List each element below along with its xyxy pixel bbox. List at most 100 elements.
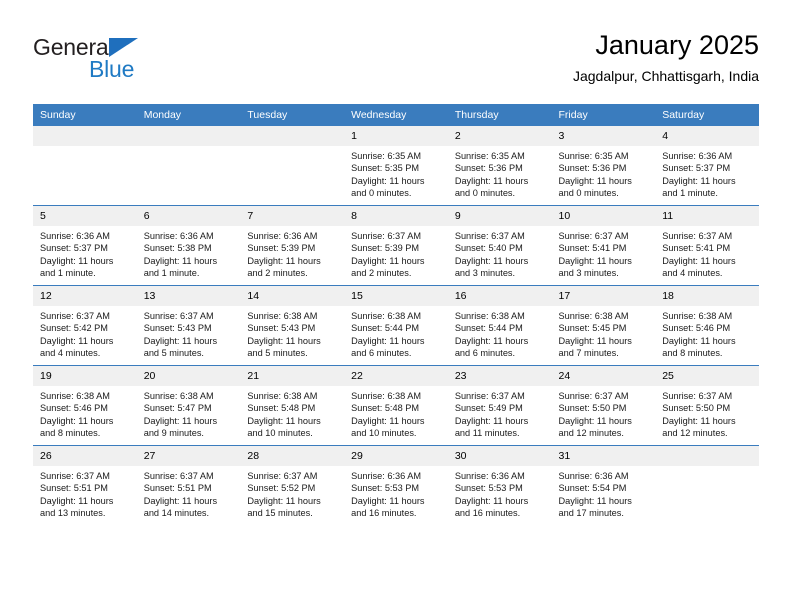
sunrise-text: Sunrise: 6:38 AM	[143, 391, 214, 401]
daylight-text-line2: and 11 minutes.	[454, 428, 520, 439]
sunset-text: Sunset: 5:49 PM	[454, 403, 523, 414]
sunrise-text: Sunrise: 6:36 AM	[454, 471, 525, 481]
sunset-text: Sunset: 5:41 PM	[558, 243, 627, 254]
day-cell[interactable]: 22 Sunrise: 6:38 AM Sunset: 5:48 PM Dayligh…	[344, 365, 448, 446]
day-cell[interactable]: 25 Sunrise: 6:37 AM Sunset: 5:50 PM Dayligh…	[655, 365, 759, 446]
day-cell[interactable]: 1 Sunrise: 6:35 AM Sunset: 5:35 PM Daylight…	[344, 126, 448, 206]
sunrise-text: Sunrise: 6:37 AM	[143, 311, 214, 321]
day-number: 21	[240, 366, 345, 386]
day-cell[interactable]: 2 Sunrise: 6:35 AM Sunset: 5:36 PM Daylight…	[447, 126, 552, 206]
daylight-text-line2: and 1 minute.	[662, 188, 718, 199]
day-cell[interactable]: 10 Sunrise: 6:37 AM Sunset: 5:41 PM Dayligh…	[551, 205, 656, 286]
daylight-text-line1: Daylight: 11 hours	[247, 415, 321, 426]
day-details: Sunrise: 6:38 AM Sunset: 5:48 PM Daylight:…	[240, 386, 344, 440]
day-cell[interactable]: 16 Sunrise: 6:38 AM Sunset: 5:44 PM Dayligh…	[447, 285, 552, 366]
day-cell[interactable]: 18 Sunrise: 6:38 AM Sunset: 5:46 PM Dayligh…	[655, 285, 759, 366]
daylight-text-line1: Daylight: 11 hours	[40, 415, 114, 426]
sunset-text: Sunset: 5:53 PM	[351, 483, 420, 494]
day-number: 31	[551, 446, 656, 466]
calendar-header-row: Sunday Monday Tuesday Wednesday Thursday…	[33, 104, 759, 126]
day-cell[interactable]: 20 Sunrise: 6:38 AM Sunset: 5:47 PM Dayligh…	[136, 365, 241, 446]
day-cell[interactable]: 13 Sunrise: 6:37 AM Sunset: 5:43 PM Dayligh…	[136, 285, 241, 366]
sunrise-text: Sunrise: 6:38 AM	[40, 391, 110, 401]
day-number: 27	[136, 446, 241, 466]
sunset-text: Sunset: 5:35 PM	[351, 163, 420, 174]
daylight-text-line1: Daylight: 11 hours	[454, 495, 529, 506]
day-cell[interactable]: 31 Sunrise: 6:36 AM Sunset: 5:54 PM Dayligh…	[551, 445, 656, 525]
day-cell[interactable]: 14 Sunrise: 6:38 AM Sunset: 5:43 PM Dayligh…	[240, 285, 345, 366]
day-cell[interactable]: 8 Sunrise: 6:37 AM Sunset: 5:39 PM Daylight…	[344, 205, 448, 286]
day-cell[interactable]: 9 Sunrise: 6:37 AM Sunset: 5:40 PM Daylight…	[447, 205, 552, 286]
day-details: Sunrise: 6:38 AM Sunset: 5:44 PM Daylight:…	[344, 306, 448, 360]
calendar-table: Sunday Monday Tuesday Wednesday Thursday…	[33, 104, 759, 525]
day-number: 1	[344, 126, 448, 146]
day-number: 26	[33, 446, 137, 466]
sunset-text: Sunset: 5:44 PM	[351, 323, 420, 334]
daylight-text-line2: and 14 minutes.	[143, 508, 210, 519]
day-cell[interactable]: 6 Sunrise: 6:36 AM Sunset: 5:38 PM Daylight…	[136, 205, 241, 286]
day-cell[interactable]: 27 Sunrise: 6:37 AM Sunset: 5:51 PM Dayligh…	[136, 445, 241, 525]
day-cell[interactable]: 29 Sunrise: 6:36 AM Sunset: 5:53 PM Dayligh…	[344, 445, 448, 525]
day-cell[interactable]: 19 Sunrise: 6:38 AM Sunset: 5:46 PM Dayligh…	[33, 365, 137, 446]
day-number: 11	[655, 206, 759, 226]
day-number: 14	[240, 286, 345, 306]
day-cell[interactable]: 23 Sunrise: 6:37 AM Sunset: 5:49 PM Dayligh…	[447, 365, 552, 446]
sunset-text: Sunset: 5:51 PM	[40, 483, 108, 494]
day-cell[interactable]: 24 Sunrise: 6:37 AM Sunset: 5:50 PM Dayligh…	[551, 365, 656, 446]
daylight-text-line1: Daylight: 11 hours	[351, 255, 425, 266]
generalblue-logo: General Blue	[33, 34, 233, 90]
daylight-text-line1: Daylight: 11 hours	[351, 335, 425, 346]
sunset-text: Sunset: 5:53 PM	[454, 483, 523, 494]
calendar-week-row: 26 Sunrise: 6:37 AM Sunset: 5:51 PM Dayligh…	[33, 445, 759, 525]
day-cell[interactable]: 17 Sunrise: 6:38 AM Sunset: 5:45 PM Dayligh…	[551, 285, 656, 366]
daylight-text-line1: Daylight: 11 hours	[558, 415, 632, 426]
daylight-text-line2: and 16 minutes.	[454, 508, 521, 519]
day-cell[interactable]: 15 Sunrise: 6:38 AM Sunset: 5:44 PM Dayligh…	[344, 285, 448, 366]
day-details: Sunrise: 6:36 AM Sunset: 5:37 PM Daylight:…	[33, 226, 137, 280]
day-cell[interactable]: 5 Sunrise: 6:36 AM Sunset: 5:37 PM Daylight…	[33, 205, 137, 286]
day-cell[interactable]: 4 Sunrise: 6:36 AM Sunset: 5:37 PM Daylight…	[655, 126, 759, 206]
day-cell[interactable]: 7 Sunrise: 6:36 AM Sunset: 5:39 PM Daylight…	[240, 205, 345, 286]
daylight-text-line2: and 10 minutes.	[351, 428, 417, 439]
daylight-text-line2: and 17 minutes.	[558, 508, 624, 519]
daylight-text-line1: Daylight: 11 hours	[662, 255, 736, 266]
day-details: Sunrise: 6:37 AM Sunset: 5:43 PM Daylight:…	[137, 306, 241, 360]
day-details: Sunrise: 6:38 AM Sunset: 5:45 PM Daylight:…	[552, 306, 656, 360]
daylight-text-line1: Daylight: 11 hours	[143, 495, 218, 506]
day-cell[interactable]: 12 Sunrise: 6:37 AM Sunset: 5:42 PM Dayligh…	[33, 285, 137, 366]
day-number: 20	[136, 366, 241, 386]
day-details: Sunrise: 6:36 AM Sunset: 5:53 PM Daylight:…	[344, 466, 448, 520]
daylight-text-line2: and 3 minutes.	[454, 268, 516, 279]
daylight-text-line1: Daylight: 11 hours	[454, 255, 529, 266]
daylight-text-line1: Daylight: 11 hours	[351, 495, 425, 506]
sunset-text: Sunset: 5:48 PM	[247, 403, 316, 414]
daylight-text-line1: Daylight: 11 hours	[558, 255, 632, 266]
day-number: 4	[655, 126, 759, 146]
sunset-text: Sunset: 5:47 PM	[143, 403, 212, 414]
day-cell-empty	[33, 126, 137, 206]
day-details: Sunrise: 6:35 AM Sunset: 5:36 PM Daylight:…	[552, 146, 656, 200]
day-cell[interactable]: 3 Sunrise: 6:35 AM Sunset: 5:36 PM Daylight…	[551, 126, 656, 206]
day-details: Sunrise: 6:38 AM Sunset: 5:46 PM Daylight:…	[655, 306, 759, 360]
day-cell[interactable]: 11 Sunrise: 6:37 AM Sunset: 5:41 PM Dayligh…	[655, 205, 759, 286]
weekday-header-tuesday: Tuesday	[240, 104, 345, 126]
sunrise-text: Sunrise: 6:37 AM	[40, 311, 110, 321]
daylight-text-line1: Daylight: 11 hours	[454, 175, 529, 186]
day-number: 15	[344, 286, 448, 306]
day-cell[interactable]: 21 Sunrise: 6:38 AM Sunset: 5:48 PM Dayligh…	[240, 365, 345, 446]
day-number: 23	[447, 366, 552, 386]
day-details: Sunrise: 6:37 AM Sunset: 5:39 PM Daylight:…	[344, 226, 448, 280]
day-details: Sunrise: 6:36 AM Sunset: 5:38 PM Daylight:…	[137, 226, 241, 280]
day-cell[interactable]: 30 Sunrise: 6:36 AM Sunset: 5:53 PM Dayligh…	[447, 445, 552, 525]
day-cell[interactable]: 28 Sunrise: 6:37 AM Sunset: 5:52 PM Dayligh…	[240, 445, 345, 525]
sunrise-text: Sunrise: 6:38 AM	[454, 311, 525, 321]
sunset-text: Sunset: 5:46 PM	[40, 403, 108, 414]
day-details: Sunrise: 6:37 AM Sunset: 5:41 PM Daylight:…	[552, 226, 656, 280]
day-details: Sunrise: 6:36 AM Sunset: 5:39 PM Daylight:…	[240, 226, 344, 280]
daylight-text-line2: and 0 minutes.	[454, 188, 516, 199]
day-details: Sunrise: 6:35 AM Sunset: 5:35 PM Daylight:…	[344, 146, 448, 200]
sunset-text: Sunset: 5:52 PM	[247, 483, 316, 494]
weekday-header-thursday: Thursday	[447, 104, 552, 126]
day-cell[interactable]: 26 Sunrise: 6:37 AM Sunset: 5:51 PM Dayligh…	[33, 445, 137, 525]
page-header: General Blue January 2025 Jagdalpur, Chh…	[33, 28, 759, 98]
